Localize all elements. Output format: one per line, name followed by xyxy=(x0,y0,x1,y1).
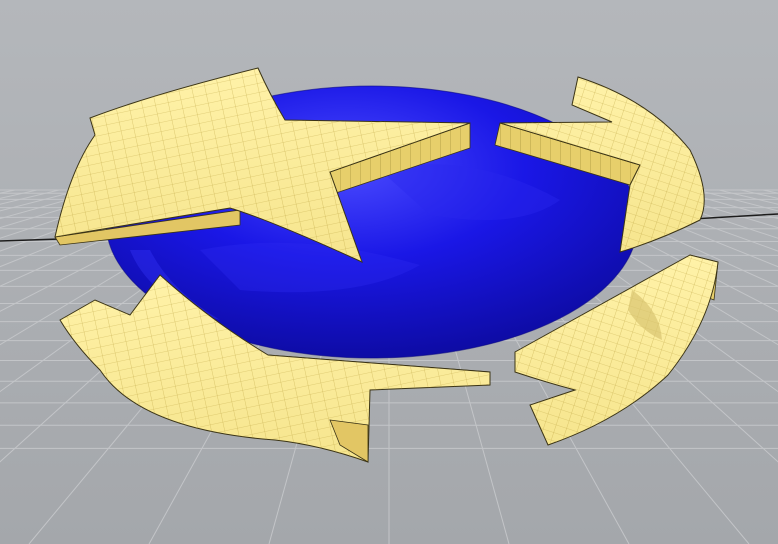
3d-viewport[interactable] xyxy=(0,0,778,544)
scene-canvas[interactable] xyxy=(0,0,778,544)
